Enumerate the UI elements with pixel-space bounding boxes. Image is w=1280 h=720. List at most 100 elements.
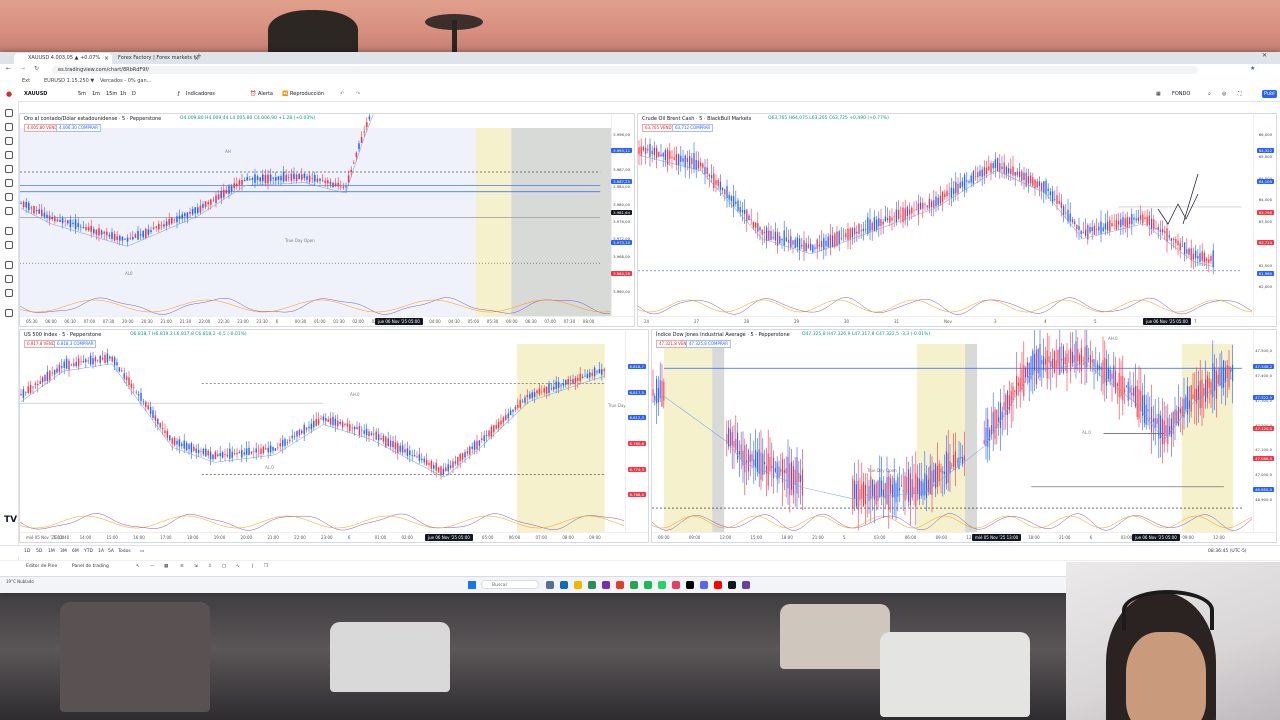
- interval-1h[interactable]: 1h: [120, 87, 126, 101]
- tradingview-icon[interactable]: [728, 581, 736, 589]
- line-icon[interactable]: —: [150, 561, 155, 573]
- box-icon[interactable]: ▢: [222, 561, 226, 573]
- tab-forex-factory[interactable]: Forex Factory | Forex markets f... ×: [104, 53, 202, 64]
- redo-icon[interactable]: ↷: [356, 87, 360, 101]
- undo-icon[interactable]: ↶: [340, 87, 344, 101]
- price-axis[interactable]: 6.818,7 6.817,5 6.812,3 6.780,8 6.774,3 6.768…: [625, 330, 648, 533]
- fib-tool-icon[interactable]: [5, 137, 13, 145]
- measure-icon[interactable]: ⇲: [194, 561, 198, 573]
- replay-icon[interactable]: ⏪: [282, 87, 288, 101]
- trash-tool-icon[interactable]: [5, 309, 13, 317]
- task-view-icon[interactable]: [546, 581, 554, 589]
- spotify-icon[interactable]: [644, 581, 652, 589]
- chrome-icon[interactable]: [630, 581, 638, 589]
- weather-widget[interactable]: 19°C Nublado: [6, 579, 34, 584]
- chart-pane-dow[interactable]: Índice Dow Jones Industrial Average · 5 …: [651, 329, 1277, 543]
- start-icon[interactable]: [468, 581, 476, 589]
- brush-tool-icon[interactable]: [5, 179, 13, 187]
- price-axis[interactable]: 3.996,003.992,003.987,003.984,003.980,00…: [611, 114, 634, 317]
- publish-button[interactable]: Publ: [1262, 90, 1277, 98]
- app-icon[interactable]: [602, 581, 610, 589]
- opera-icon[interactable]: [616, 581, 624, 589]
- trading-panel-tab[interactable]: Panel de trading: [72, 561, 109, 573]
- buy-badge[interactable]: 63,712 COMPRAR: [672, 124, 714, 132]
- path-icon[interactable]: ∿: [236, 561, 240, 573]
- buy-badge[interactable]: 47.325,8 COMPRAR: [686, 340, 732, 348]
- interval-1m[interactable]: 1m: [92, 87, 100, 101]
- range-3m[interactable]: 3M: [60, 546, 67, 557]
- youtube-icon[interactable]: [714, 581, 722, 589]
- bookmark-vercados[interactable]: Vercados - 0% gan...: [100, 76, 151, 87]
- tab-xauusd[interactable]: XAUUSD 4.003,05 ▲ +0.07% ×: [14, 53, 112, 64]
- search-icon[interactable]: ⌕: [1208, 87, 1211, 101]
- back-icon[interactable]: ←: [6, 65, 11, 72]
- grid-icon[interactable]: ▦: [164, 561, 168, 573]
- menu-icon[interactable]: ●: [6, 87, 12, 101]
- instagram-icon[interactable]: [672, 581, 680, 589]
- time-axis[interactable]: 06:00 09:00 12:00 15:00 18:00 21:00 5 03:00 06:0…: [652, 532, 1276, 542]
- symbol-search[interactable]: XAUUSD: [24, 87, 47, 101]
- store-icon[interactable]: [588, 581, 596, 589]
- range-ytd[interactable]: YTD: [84, 546, 93, 557]
- indicators-button[interactable]: Indicadores: [186, 87, 215, 101]
- replay-button[interactable]: Reproducción: [290, 87, 324, 101]
- range-5d[interactable]: 5D: [36, 546, 42, 557]
- clock-time[interactable]: 08:36:45 (UTC-5): [1208, 546, 1247, 557]
- layout-icon[interactable]: ▦: [1156, 87, 1161, 101]
- whatsapp-icon[interactable]: [658, 581, 666, 589]
- price-axis[interactable]: 47.500,047.400,047.300,047.200,047.100,0…: [1253, 330, 1276, 533]
- crosshair-tool-icon[interactable]: [5, 109, 13, 117]
- zoom-tool-icon[interactable]: [5, 241, 13, 249]
- indicators-icon[interactable]: ƒ: [178, 87, 180, 101]
- price-axis[interactable]: 66,00065,00064,50064,00063,50063,00062,5…: [1253, 114, 1276, 317]
- text-tool-icon[interactable]: [5, 193, 13, 201]
- pointer-icon[interactable]: ↖: [136, 561, 140, 573]
- range-1a[interactable]: 1A: [98, 546, 104, 557]
- camera-icon[interactable]: ◎: [1222, 87, 1226, 101]
- range-5a[interactable]: 5A: [108, 546, 114, 557]
- tiktok-icon[interactable]: [686, 581, 694, 589]
- eye-tool-icon[interactable]: [5, 289, 13, 297]
- date-range-icon[interactable]: ▭: [140, 546, 144, 557]
- bookmark-eurusd[interactable]: EURUSD 1.15.250 ▼: [44, 76, 94, 87]
- range-6m[interactable]: 6M: [72, 546, 79, 557]
- lock-tool-icon[interactable]: [5, 275, 13, 283]
- chart-pane-brent[interactable]: Crude Oil Brent Cash · 5 · BlackBull Mar…: [637, 113, 1277, 327]
- new-tab-button[interactable]: +: [196, 52, 202, 60]
- ruler-tool-icon[interactable]: [5, 227, 13, 235]
- range-icon[interactable]: ⇳: [208, 561, 212, 573]
- copy-icon[interactable]: ❐: [264, 561, 268, 573]
- interval-d[interactable]: D: [132, 87, 136, 101]
- obs-icon[interactable]: [742, 581, 750, 589]
- fib-icon[interactable]: ≡: [180, 561, 184, 573]
- alert-button[interactable]: Alerta: [258, 87, 273, 101]
- explorer-icon[interactable]: [574, 581, 582, 589]
- chart-pane-us500[interactable]: US 500 Index · 5 · Pepperstone O6.818,7 …: [19, 329, 649, 543]
- bookmark-ext[interactable]: Ext: [22, 76, 30, 87]
- chart-pane-gold[interactable]: Oro al contado/Dólar estadounidense · 5 …: [19, 113, 635, 327]
- time-axis[interactable]: 05:30 06:00 06:30 07:00 07:30 20:00 20:30 21:00…: [20, 316, 634, 326]
- buy-badge[interactable]: 6.818,3 COMPRAR: [54, 340, 97, 348]
- alert-icon[interactable]: ⏰: [250, 87, 256, 101]
- interval-5m[interactable]: 5m: [78, 87, 86, 101]
- icon-tool-icon[interactable]: [5, 207, 13, 215]
- background-label[interactable]: FONDO: [1172, 87, 1190, 101]
- magnet-tool-icon[interactable]: [5, 261, 13, 269]
- discord-icon[interactable]: [700, 581, 708, 589]
- prediction-tool-icon[interactable]: [5, 165, 13, 173]
- buy-badge[interactable]: 4.006,30 COMPRAR: [56, 124, 102, 132]
- forward-icon[interactable]: →: [20, 65, 25, 72]
- range-all[interactable]: Todos: [118, 546, 131, 557]
- window-close-icon[interactable]: ✕: [1262, 52, 1267, 59]
- edge-icon[interactable]: [560, 581, 568, 589]
- url-field[interactable]: es.tradingview.com/chart/8RbRdF9f/: [52, 66, 1198, 74]
- interval-15m[interactable]: 15m: [106, 87, 117, 101]
- taskbar-search[interactable]: Buscar: [481, 580, 539, 589]
- time-axis[interactable]: 242728293031Nov34567jue 06 Nov '25 05:00: [638, 316, 1276, 326]
- bookmark-star-icon[interactable]: ★: [1250, 65, 1255, 72]
- reload-icon[interactable]: ↻: [34, 65, 39, 72]
- fullscreen-icon[interactable]: ⛶: [1238, 87, 1242, 101]
- pattern-tool-icon[interactable]: [5, 151, 13, 159]
- pine-editor-tab[interactable]: Editor de Pine: [26, 561, 57, 573]
- range-1d[interactable]: 1D: [24, 546, 30, 557]
